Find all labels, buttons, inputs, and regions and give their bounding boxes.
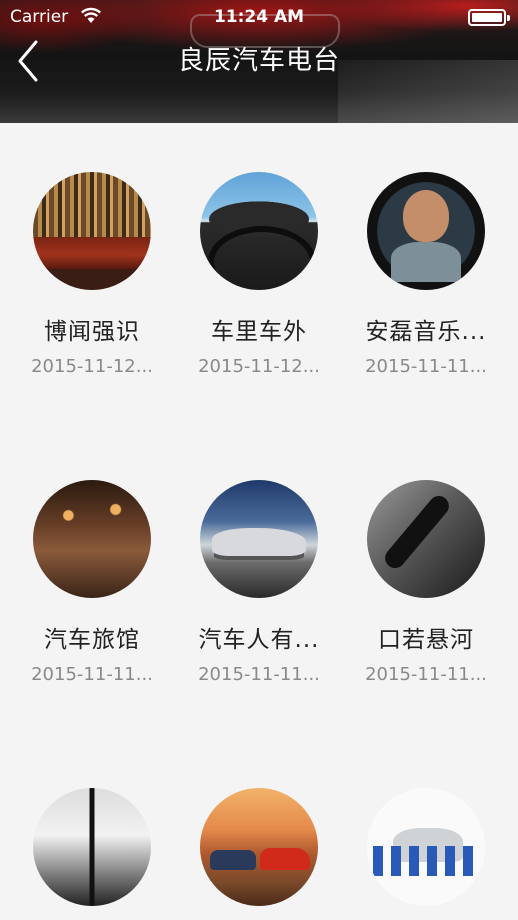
channel-name: 汽车旅馆 [44,627,140,653]
channel-date: 2015-11-11... [365,664,487,685]
cartoon-cars-thumbnail [200,788,318,906]
channel-name: 口若悬河 [378,627,474,653]
channel-item[interactable]: 车里车外 2015-11-12... [175,172,343,377]
channel-date: 2015-11-11... [365,356,487,377]
channel-grid: 博闻强识 2015-11-12... 车里车外 2015-11-12... 安磊… [0,123,518,920]
channel-item[interactable]: 汽车人有... 2015-11-11... [175,480,343,685]
channel-item[interactable] [8,788,176,906]
channel-date: 2015-11-12... [31,356,153,377]
status-bar: Carrier 11:24 AM [0,0,518,34]
channel-item[interactable]: 博闻强识 2015-11-12... [8,172,176,377]
channel-name: 安磊音乐... [365,319,487,345]
channel-item[interactable]: 安磊音乐... 2015-11-11... [342,172,510,377]
header-backdrop: Carrier 11:24 AM 良辰汽车电台 [0,0,518,123]
channel-date: 2015-11-12... [198,356,320,377]
steering-wheel-thumbnail [200,172,318,290]
channel-item[interactable] [175,788,343,906]
channel-item[interactable]: 汽车旅馆 2015-11-11... [8,480,176,685]
channel-date: 2015-11-11... [31,664,153,685]
sports-car-thumbnail [200,480,318,598]
hotel-thumbnail [33,480,151,598]
pit-crew-thumbnail [367,788,485,906]
clock: 11:24 AM [213,7,305,27]
battery-icon [468,9,510,26]
page-title: 良辰汽车电台 [177,46,340,76]
channel-name: 博闻强识 [44,319,140,345]
channel-name: 车里车外 [211,319,307,345]
channel-item[interactable] [342,788,510,906]
channel-date: 2015-11-11... [198,664,320,685]
music-host-thumbnail [367,172,485,290]
microphone-thumbnail [367,480,485,598]
channel-item[interactable]: 口若悬河 2015-11-11... [342,480,510,685]
library-thumbnail [33,172,151,290]
cafe-thumbnail [33,788,151,906]
channel-name: 汽车人有... [198,627,320,653]
